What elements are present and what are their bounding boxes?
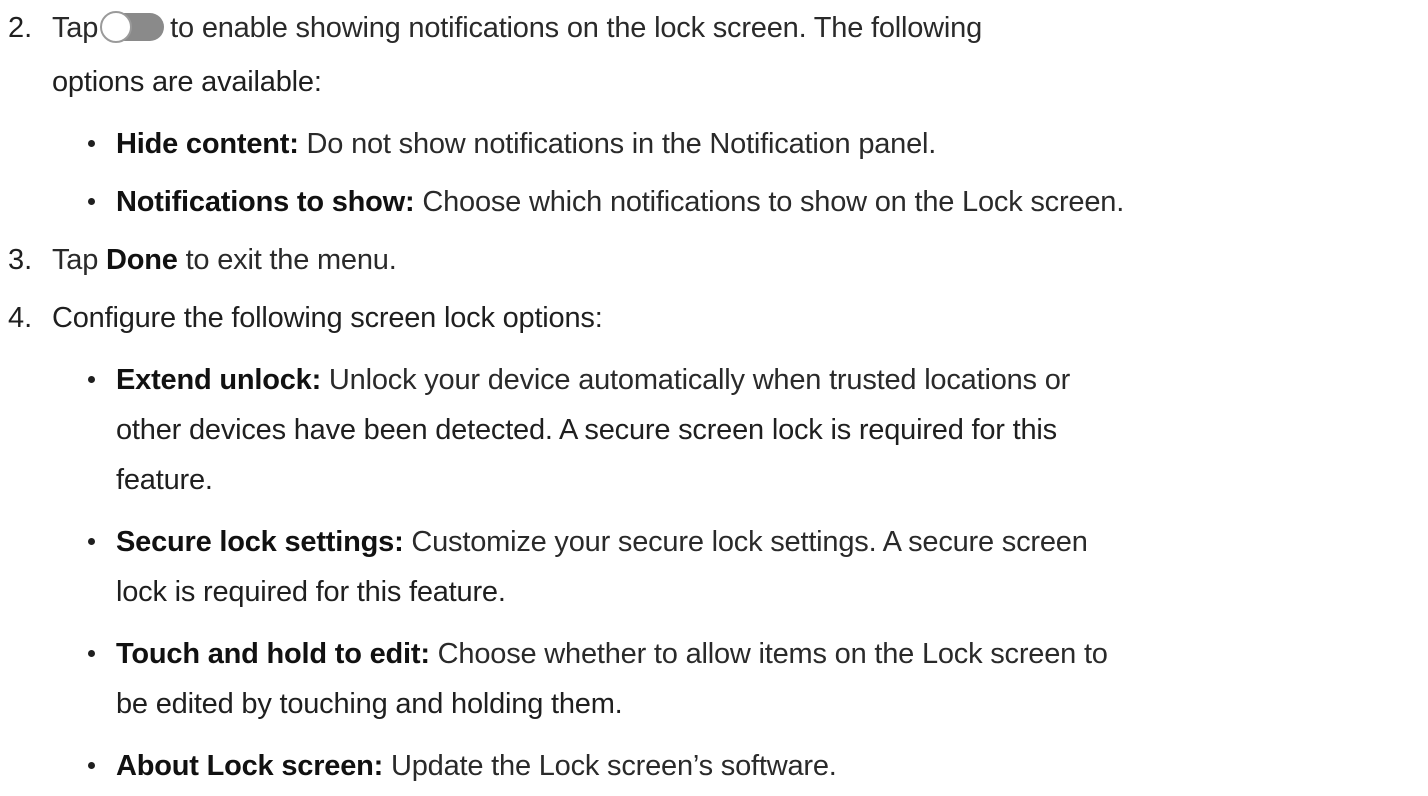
- step-4-line: Configure the following screen lock opti…: [52, 302, 603, 334]
- toggle-off-icon: [100, 11, 166, 43]
- instruction-document: 2. Tap to enable showing notifications on…: [0, 0, 1428, 796]
- bullet-touch-hold-line-2: be edited by touching and holding them.: [116, 688, 623, 720]
- bullet-hide-content: Hide content: Do not show notifications …: [116, 128, 937, 160]
- bullet-extend-unlock-line-1: Extend unlock: Unlock your device automa…: [116, 364, 1071, 396]
- bullet-secure-lock-line-2: lock is required for this feature.: [116, 576, 506, 608]
- bullet-touch-hold-line-1: Touch and hold to edit: Choose whether t…: [116, 638, 1108, 670]
- bullet-text: Choose which notifications to show on th…: [414, 186, 1125, 218]
- bullet-term: Secure lock settings: [116, 526, 395, 558]
- bullet-term: Touch and hold to edit: [116, 638, 421, 670]
- bullet-extend-unlock-line-3: feature.: [116, 464, 213, 496]
- bullet-dot: [88, 762, 95, 769]
- step-3-line: Tap Done to exit the menu.: [52, 244, 397, 276]
- step-number: 3.: [8, 244, 33, 276]
- step-number: 4.: [8, 302, 33, 334]
- bullet-dot: [88, 140, 95, 147]
- bullet-dot: [88, 650, 95, 657]
- step-2-prefix: Tap: [52, 12, 99, 44]
- bullet-about-lock-screen: About Lock screen: Update the Lock scree…: [116, 750, 837, 782]
- step-number: 2.: [8, 12, 33, 44]
- done-label: Done: [106, 244, 178, 276]
- step-2-line-2: options are available:: [52, 66, 322, 98]
- step-2-line-1: Tap to enable showing notifications on th…: [52, 8, 982, 48]
- bullet-dot: [88, 198, 95, 205]
- bullet-notifications-to-show: Notifications to show: Choose which noti…: [116, 186, 1125, 218]
- bullet-dot: [88, 538, 95, 545]
- bullet-term: About Lock screen: [116, 750, 374, 782]
- bullet-term: Notifications to show: [116, 186, 406, 218]
- step-2-suffix: to enable showing notifications on the l…: [170, 12, 983, 44]
- bullet-dot: [88, 376, 95, 383]
- bullet-extend-unlock-line-2: other devices have been detected. A secu…: [116, 414, 1057, 446]
- bullet-text: Do not show notifications in the Notific…: [298, 128, 937, 160]
- bullet-term: Hide content: [116, 128, 290, 160]
- bullet-term: Extend unlock: [116, 364, 312, 396]
- bullet-secure-lock-line-1: Secure lock settings: Customize your sec…: [116, 526, 1088, 558]
